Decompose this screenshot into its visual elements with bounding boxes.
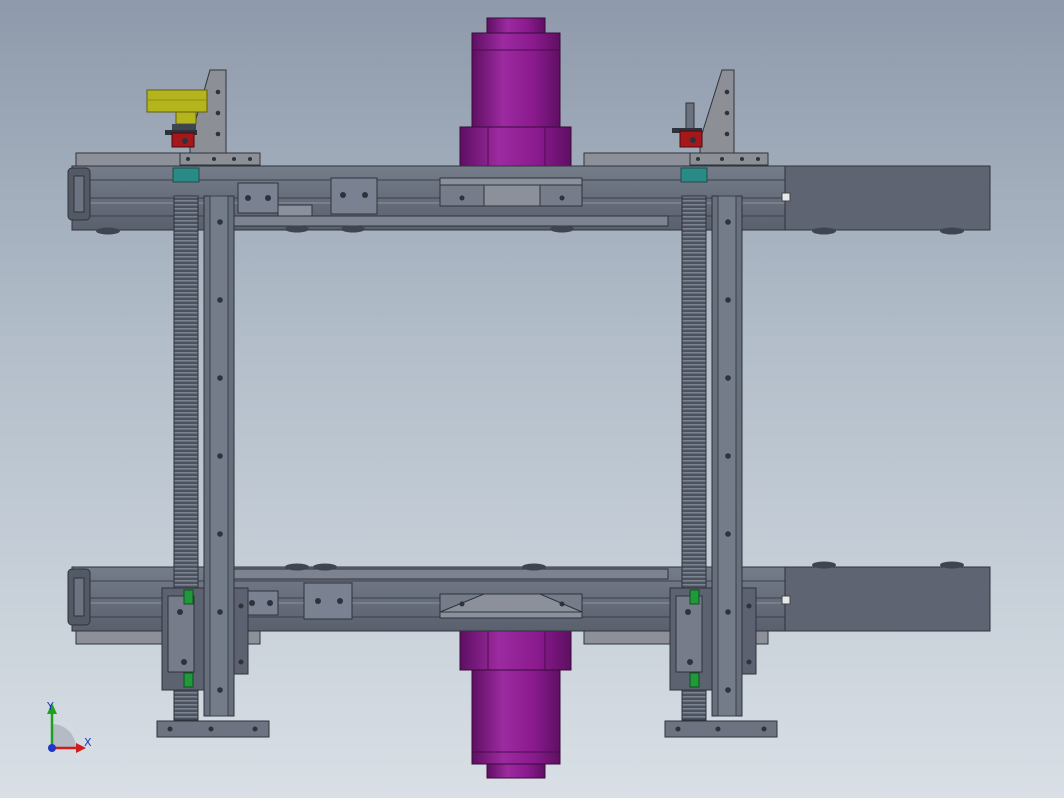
cad-viewport[interactable]: X Y [0,0,1064,798]
x-axis-label: X [84,736,92,749]
coordinate-triad: X Y [46,700,92,753]
y-axis-label: Y [46,700,54,713]
assembly-drawing: X Y [46,17,991,779]
right-foot-plate [664,720,778,738]
left-foot-plate [156,720,270,738]
right-upright-bracket [672,69,769,166]
z-axis-dot [48,744,56,752]
left-linear-rail [203,195,235,717]
motor-mount-bracket-bottom [439,593,583,619]
motor-mount-bracket-top [439,177,583,207]
right-linear-rail [711,195,743,717]
